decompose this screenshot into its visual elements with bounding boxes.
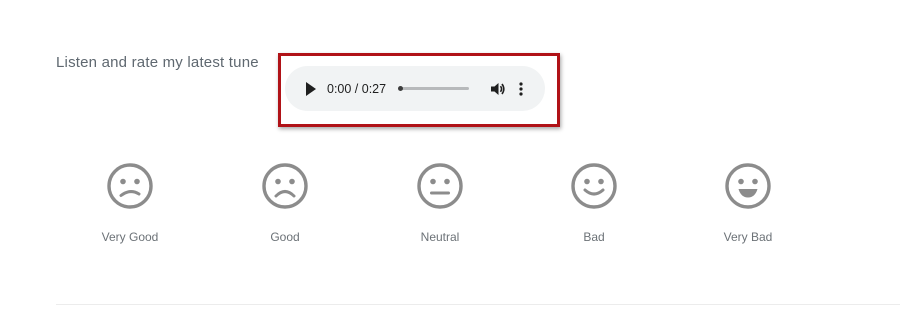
question-label: Listen and rate my latest tune <box>56 54 259 71</box>
rating-label: Good <box>270 230 300 244</box>
audio-player[interactable]: 0:00 / 0:27 <box>285 66 545 111</box>
rating-option-bad[interactable]: Bad <box>539 162 649 244</box>
grin-face-icon <box>725 163 771 209</box>
rating-label: Bad <box>583 230 605 244</box>
rating-row: Very Good Good Neutral Bad Very Bad <box>0 162 900 252</box>
volume-icon <box>491 82 505 95</box>
more-options-button[interactable] <box>516 80 526 98</box>
seek-slider[interactable] <box>398 86 470 91</box>
question-row: Listen and rate my latest tune <box>56 52 259 71</box>
rating-option-good[interactable]: Good <box>230 162 340 244</box>
rating-option-very-bad[interactable]: Very Bad <box>693 162 803 244</box>
frown-face-icon <box>262 163 308 209</box>
play-icon <box>306 81 316 96</box>
divider <box>56 304 900 305</box>
play-button[interactable] <box>303 81 319 97</box>
volume-button[interactable] <box>489 80 507 98</box>
rating-label: Very Good <box>101 230 159 244</box>
more-options-icon <box>519 81 523 96</box>
rating-label: Neutral <box>420 230 460 244</box>
time-display: 0:00 / 0:27 <box>327 81 387 96</box>
rating-option-very-good[interactable]: Very Good <box>75 162 185 244</box>
neutral-face-icon <box>417 163 463 209</box>
page: Listen and rate my latest tune 0:00 / 0:… <box>0 0 900 310</box>
sad-face-icon <box>107 163 153 209</box>
rating-option-neutral[interactable]: Neutral <box>385 162 495 244</box>
rating-label: Very Bad <box>723 230 773 244</box>
seek-thumb[interactable] <box>398 86 404 91</box>
smile-face-icon <box>571 163 617 209</box>
